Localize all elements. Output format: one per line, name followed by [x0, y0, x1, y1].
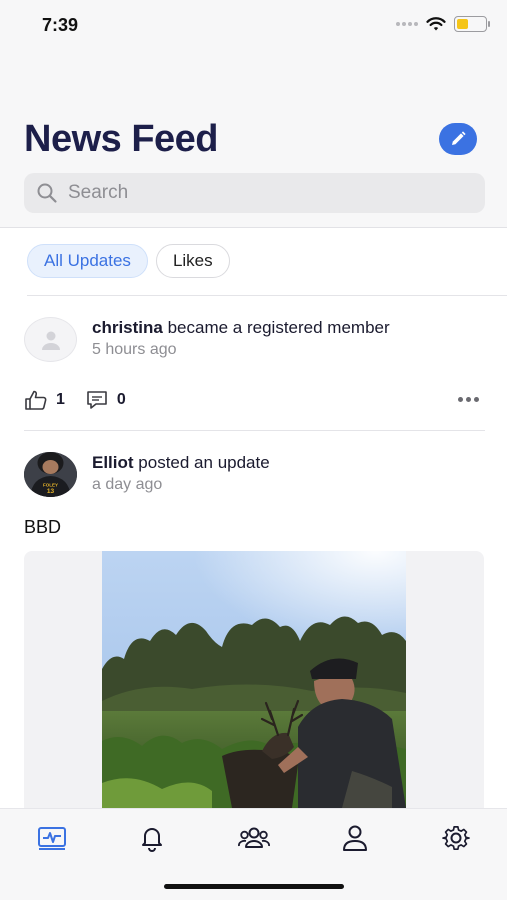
activity-icon	[38, 827, 66, 850]
author-link[interactable]: Elliot	[92, 453, 134, 472]
comment-icon	[87, 391, 107, 409]
post-media[interactable]	[24, 551, 484, 808]
group-icon	[238, 827, 270, 848]
search-input[interactable]	[68, 182, 468, 204]
post-photo	[102, 551, 406, 808]
post-timestamp: 5 hours ago	[92, 341, 177, 358]
status-bar: 7:39	[0, 0, 507, 50]
person-icon	[343, 825, 367, 851]
page-title: News Feed	[24, 118, 219, 160]
divider	[27, 295, 507, 296]
default-avatar-icon	[41, 331, 60, 350]
comment-button[interactable]: 0	[85, 389, 126, 411]
tab-groups[interactable]	[234, 823, 274, 853]
filter-tabs: All Updates Likes	[27, 244, 230, 278]
post-headline: christina became a registered member	[92, 318, 390, 338]
thumbs-up-icon	[25, 390, 47, 410]
bell-icon	[142, 828, 162, 852]
user-photo: FOLEY 13	[24, 452, 77, 497]
author-link[interactable]: christina	[92, 318, 163, 337]
wifi-icon	[426, 16, 446, 30]
filter-likes[interactable]: Likes	[155, 244, 230, 278]
status-time: 7:39	[42, 15, 79, 35]
activity-text: posted an update	[138, 453, 270, 472]
activity-text: became a registered member	[167, 318, 390, 337]
search-icon	[37, 183, 57, 203]
post-timestamp: a day ago	[92, 476, 163, 493]
tab-settings[interactable]	[436, 823, 476, 853]
signal-icon	[396, 22, 418, 26]
pencil-icon	[452, 131, 466, 145]
post-headline: Elliot posted an update	[92, 453, 270, 473]
battery-icon	[454, 16, 490, 32]
filter-all-updates[interactable]: All Updates	[27, 244, 148, 278]
compose-button[interactable]	[439, 123, 477, 155]
like-button[interactable]: 1	[24, 389, 65, 411]
tab-activity[interactable]	[32, 823, 72, 853]
post-body: BBD	[24, 517, 62, 537]
tab-notifications[interactable]	[132, 823, 172, 853]
gear-icon	[442, 826, 470, 851]
avatar[interactable]	[24, 317, 77, 362]
like-count: 1	[56, 391, 65, 408]
home-indicator	[164, 884, 344, 889]
header: News Feed	[0, 50, 507, 228]
tab-profile[interactable]	[335, 823, 375, 853]
avatar[interactable]: FOLEY 13	[24, 452, 77, 497]
status-indicators	[396, 16, 490, 32]
comment-count: 0	[116, 391, 126, 408]
more-options-icon[interactable]	[458, 389, 479, 409]
post-actions: 1 0	[24, 389, 146, 411]
svg-text:13: 13	[47, 488, 55, 495]
svg-text:FOLEY: FOLEY	[43, 483, 58, 488]
search-bar[interactable]	[24, 173, 485, 213]
divider	[24, 430, 485, 431]
